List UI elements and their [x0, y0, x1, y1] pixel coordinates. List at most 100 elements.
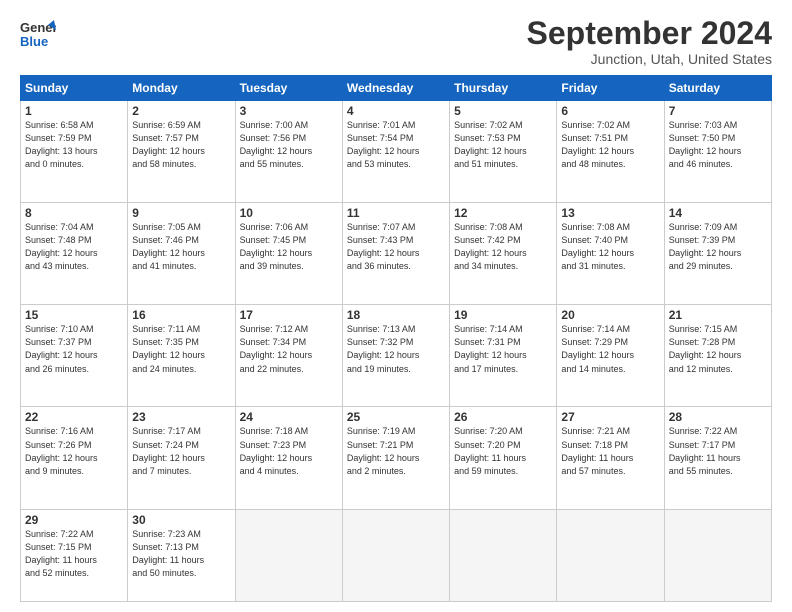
calendar-cell: 26Sunrise: 7:20 AM Sunset: 7:20 PM Dayli… [450, 407, 557, 509]
calendar-cell: 8Sunrise: 7:04 AM Sunset: 7:48 PM Daylig… [21, 203, 128, 305]
day-number: 6 [561, 104, 659, 118]
calendar-cell: 16Sunrise: 7:11 AM Sunset: 7:35 PM Dayli… [128, 305, 235, 407]
day-number: 25 [347, 410, 445, 424]
day-info: Sunrise: 6:58 AM Sunset: 7:59 PM Dayligh… [25, 119, 123, 171]
day-number: 20 [561, 308, 659, 322]
calendar-cell: 25Sunrise: 7:19 AM Sunset: 7:21 PM Dayli… [342, 407, 449, 509]
calendar-week-row: 8Sunrise: 7:04 AM Sunset: 7:48 PM Daylig… [21, 203, 772, 305]
day-info: Sunrise: 7:16 AM Sunset: 7:26 PM Dayligh… [25, 425, 123, 477]
calendar-cell: 13Sunrise: 7:08 AM Sunset: 7:40 PM Dayli… [557, 203, 664, 305]
calendar-cell: 23Sunrise: 7:17 AM Sunset: 7:24 PM Dayli… [128, 407, 235, 509]
calendar-cell: 5Sunrise: 7:02 AM Sunset: 7:53 PM Daylig… [450, 101, 557, 203]
calendar-cell: 3Sunrise: 7:00 AM Sunset: 7:56 PM Daylig… [235, 101, 342, 203]
main-title: September 2024 [527, 16, 772, 51]
day-info: Sunrise: 7:10 AM Sunset: 7:37 PM Dayligh… [25, 323, 123, 375]
calendar-cell [664, 509, 771, 601]
day-number: 13 [561, 206, 659, 220]
calendar-cell: 12Sunrise: 7:08 AM Sunset: 7:42 PM Dayli… [450, 203, 557, 305]
calendar-cell [450, 509, 557, 601]
day-number: 27 [561, 410, 659, 424]
calendar-week-row: 1Sunrise: 6:58 AM Sunset: 7:59 PM Daylig… [21, 101, 772, 203]
day-number: 5 [454, 104, 552, 118]
day-info: Sunrise: 7:02 AM Sunset: 7:53 PM Dayligh… [454, 119, 552, 171]
header: General Blue September 2024 Junction, Ut… [20, 16, 772, 67]
day-info: Sunrise: 7:04 AM Sunset: 7:48 PM Dayligh… [25, 221, 123, 273]
day-info: Sunrise: 7:08 AM Sunset: 7:42 PM Dayligh… [454, 221, 552, 273]
calendar: SundayMondayTuesdayWednesdayThursdayFrid… [20, 75, 772, 602]
day-number: 18 [347, 308, 445, 322]
day-number: 7 [669, 104, 767, 118]
day-info: Sunrise: 7:22 AM Sunset: 7:17 PM Dayligh… [669, 425, 767, 477]
calendar-cell: 6Sunrise: 7:02 AM Sunset: 7:51 PM Daylig… [557, 101, 664, 203]
calendar-cell: 20Sunrise: 7:14 AM Sunset: 7:29 PM Dayli… [557, 305, 664, 407]
calendar-cell: 11Sunrise: 7:07 AM Sunset: 7:43 PM Dayli… [342, 203, 449, 305]
day-info: Sunrise: 7:14 AM Sunset: 7:29 PM Dayligh… [561, 323, 659, 375]
calendar-cell: 14Sunrise: 7:09 AM Sunset: 7:39 PM Dayli… [664, 203, 771, 305]
calendar-week-row: 22Sunrise: 7:16 AM Sunset: 7:26 PM Dayli… [21, 407, 772, 509]
calendar-cell: 19Sunrise: 7:14 AM Sunset: 7:31 PM Dayli… [450, 305, 557, 407]
day-number: 8 [25, 206, 123, 220]
day-info: Sunrise: 7:22 AM Sunset: 7:15 PM Dayligh… [25, 528, 123, 580]
day-number: 12 [454, 206, 552, 220]
calendar-day-header: Sunday [21, 76, 128, 101]
calendar-week-row: 29Sunrise: 7:22 AM Sunset: 7:15 PM Dayli… [21, 509, 772, 601]
day-info: Sunrise: 7:15 AM Sunset: 7:28 PM Dayligh… [669, 323, 767, 375]
calendar-day-header: Friday [557, 76, 664, 101]
day-info: Sunrise: 7:23 AM Sunset: 7:13 PM Dayligh… [132, 528, 230, 580]
day-number: 19 [454, 308, 552, 322]
day-number: 2 [132, 104, 230, 118]
calendar-cell: 28Sunrise: 7:22 AM Sunset: 7:17 PM Dayli… [664, 407, 771, 509]
svg-text:General: General [20, 20, 56, 35]
subtitle: Junction, Utah, United States [527, 51, 772, 67]
calendar-day-header: Thursday [450, 76, 557, 101]
calendar-cell [557, 509, 664, 601]
page: General Blue September 2024 Junction, Ut… [0, 0, 792, 612]
calendar-cell: 18Sunrise: 7:13 AM Sunset: 7:32 PM Dayli… [342, 305, 449, 407]
day-info: Sunrise: 7:05 AM Sunset: 7:46 PM Dayligh… [132, 221, 230, 273]
day-info: Sunrise: 7:03 AM Sunset: 7:50 PM Dayligh… [669, 119, 767, 171]
day-number: 1 [25, 104, 123, 118]
day-info: Sunrise: 7:18 AM Sunset: 7:23 PM Dayligh… [240, 425, 338, 477]
day-info: Sunrise: 7:09 AM Sunset: 7:39 PM Dayligh… [669, 221, 767, 273]
logo-svg: General Blue [20, 16, 56, 52]
calendar-cell: 30Sunrise: 7:23 AM Sunset: 7:13 PM Dayli… [128, 509, 235, 601]
day-number: 9 [132, 206, 230, 220]
calendar-cell: 27Sunrise: 7:21 AM Sunset: 7:18 PM Dayli… [557, 407, 664, 509]
day-number: 15 [25, 308, 123, 322]
day-info: Sunrise: 7:01 AM Sunset: 7:54 PM Dayligh… [347, 119, 445, 171]
day-info: Sunrise: 7:17 AM Sunset: 7:24 PM Dayligh… [132, 425, 230, 477]
title-section: September 2024 Junction, Utah, United St… [527, 16, 772, 67]
calendar-cell: 21Sunrise: 7:15 AM Sunset: 7:28 PM Dayli… [664, 305, 771, 407]
calendar-cell: 1Sunrise: 6:58 AM Sunset: 7:59 PM Daylig… [21, 101, 128, 203]
calendar-week-row: 15Sunrise: 7:10 AM Sunset: 7:37 PM Dayli… [21, 305, 772, 407]
calendar-cell [235, 509, 342, 601]
day-number: 3 [240, 104, 338, 118]
day-info: Sunrise: 7:21 AM Sunset: 7:18 PM Dayligh… [561, 425, 659, 477]
calendar-day-header: Monday [128, 76, 235, 101]
calendar-cell: 22Sunrise: 7:16 AM Sunset: 7:26 PM Dayli… [21, 407, 128, 509]
calendar-cell: 24Sunrise: 7:18 AM Sunset: 7:23 PM Dayli… [235, 407, 342, 509]
day-info: Sunrise: 7:13 AM Sunset: 7:32 PM Dayligh… [347, 323, 445, 375]
day-info: Sunrise: 7:07 AM Sunset: 7:43 PM Dayligh… [347, 221, 445, 273]
day-info: Sunrise: 7:12 AM Sunset: 7:34 PM Dayligh… [240, 323, 338, 375]
day-info: Sunrise: 7:06 AM Sunset: 7:45 PM Dayligh… [240, 221, 338, 273]
logo: General Blue [20, 16, 56, 52]
day-number: 24 [240, 410, 338, 424]
day-info: Sunrise: 7:02 AM Sunset: 7:51 PM Dayligh… [561, 119, 659, 171]
day-number: 14 [669, 206, 767, 220]
day-number: 23 [132, 410, 230, 424]
day-number: 10 [240, 206, 338, 220]
day-number: 16 [132, 308, 230, 322]
day-info: Sunrise: 6:59 AM Sunset: 7:57 PM Dayligh… [132, 119, 230, 171]
day-number: 26 [454, 410, 552, 424]
calendar-day-header: Saturday [664, 76, 771, 101]
calendar-cell: 29Sunrise: 7:22 AM Sunset: 7:15 PM Dayli… [21, 509, 128, 601]
day-number: 30 [132, 513, 230, 527]
svg-text:Blue: Blue [20, 34, 48, 49]
day-info: Sunrise: 7:20 AM Sunset: 7:20 PM Dayligh… [454, 425, 552, 477]
calendar-cell: 10Sunrise: 7:06 AM Sunset: 7:45 PM Dayli… [235, 203, 342, 305]
calendar-cell: 17Sunrise: 7:12 AM Sunset: 7:34 PM Dayli… [235, 305, 342, 407]
day-number: 11 [347, 206, 445, 220]
calendar-cell: 7Sunrise: 7:03 AM Sunset: 7:50 PM Daylig… [664, 101, 771, 203]
calendar-cell: 2Sunrise: 6:59 AM Sunset: 7:57 PM Daylig… [128, 101, 235, 203]
